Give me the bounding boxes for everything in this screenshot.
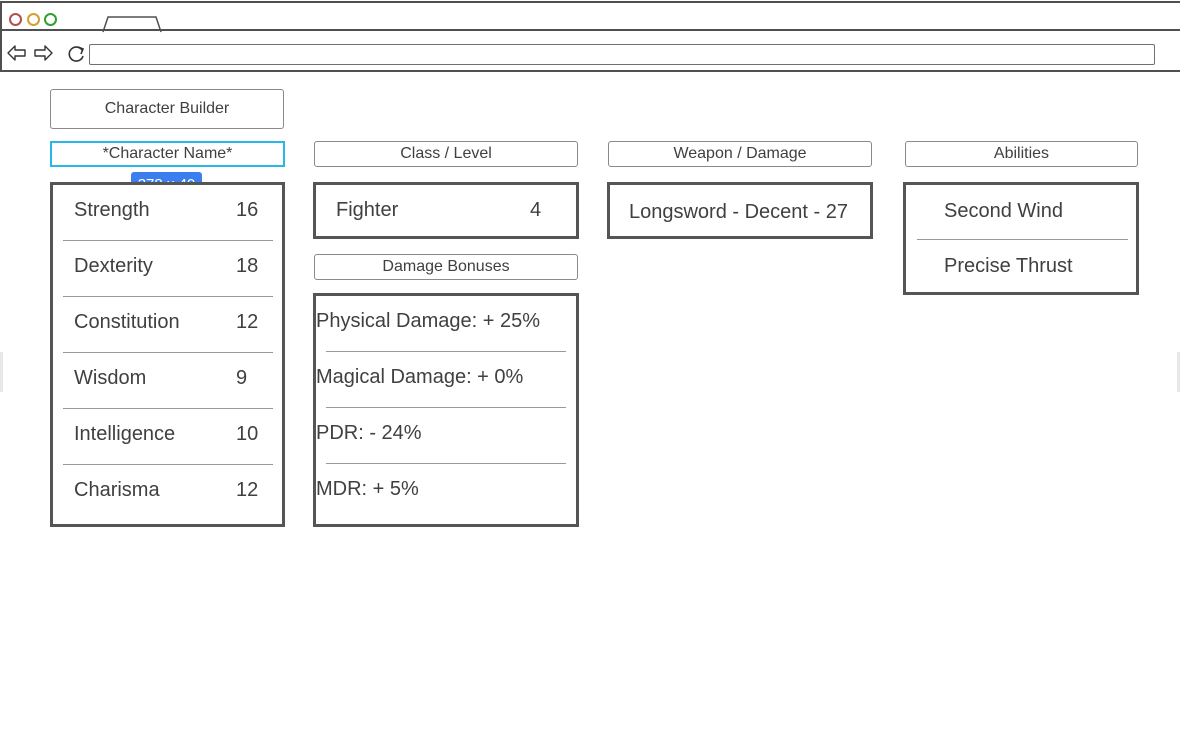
left-edge-handle (0, 352, 3, 392)
stat-row-charisma: Charisma 12 (63, 465, 273, 521)
damage-bonuses-button[interactable]: Damage Bonuses (314, 254, 578, 280)
stat-row-constitution: Constitution 12 (63, 297, 273, 353)
stat-value: 10 (236, 423, 259, 445)
close-window-dot[interactable] (9, 13, 22, 26)
stat-row-dexterity: Dexterity 18 (63, 241, 273, 297)
stat-row-intelligence: Intelligence 10 (63, 409, 273, 465)
forward-arrow-icon[interactable] (33, 44, 53, 62)
stat-value: 18 (236, 255, 259, 277)
ability-label: Second Wind (944, 200, 1063, 222)
stat-value: 12 (236, 479, 259, 501)
stat-label: Dexterity (74, 255, 153, 277)
abilities-button[interactable]: Abilities (905, 141, 1138, 167)
stat-label: Intelligence (74, 423, 176, 445)
stat-row-strength: Strength 16 (63, 185, 273, 241)
weapon-damage-button[interactable]: Weapon / Damage (608, 141, 872, 167)
stat-label: Constitution (74, 311, 180, 333)
browser-title-bar (0, 1, 1180, 33)
stat-value: 16 (236, 199, 259, 221)
stat-row-wisdom: Wisdom 9 (63, 353, 273, 409)
class-name: Fighter (336, 199, 399, 221)
damage-bonus-text: Physical Damage: + 25% (316, 310, 541, 332)
damage-bonus-text: PDR: - 24% (316, 422, 422, 444)
weapon-panel: Longsword - Decent - 27 (607, 182, 873, 239)
reload-icon[interactable] (67, 44, 87, 64)
damage-bonus-text: Magical Damage: + 0% (316, 366, 524, 388)
minimize-window-dot[interactable] (27, 13, 40, 26)
damage-row-mdr: MDR: + 5% (316, 464, 576, 520)
stat-label: Wisdom (74, 367, 147, 389)
damage-row-pdr: PDR: - 24% (316, 408, 576, 464)
browser-nav-bar (0, 29, 1180, 72)
character-name-button[interactable]: *Character Name* (50, 141, 285, 167)
damage-bonus-text: MDR: + 5% (316, 478, 419, 500)
damage-row-magical: Magical Damage: + 0% (316, 352, 576, 408)
class-level: 4 (530, 199, 542, 221)
stats-panel: Strength 16 Dexterity 18 Constitution 12… (50, 182, 285, 527)
weapon-text: Longsword - Decent - 27 (629, 201, 849, 223)
class-level-panel: Fighter 4 (313, 182, 579, 239)
ability-row-precise-thrust: Precise Thrust (917, 240, 1128, 295)
url-input[interactable] (89, 44, 1155, 65)
character-builder-button[interactable]: Character Builder (50, 89, 284, 129)
stat-label: Strength (74, 199, 150, 221)
ability-label: Precise Thrust (944, 255, 1073, 277)
stat-value: 9 (236, 367, 248, 389)
abilities-panel: Second Wind Precise Thrust (903, 182, 1139, 295)
stat-label: Charisma (74, 479, 160, 501)
back-arrow-icon[interactable] (7, 44, 27, 62)
maximize-window-dot[interactable] (44, 13, 57, 26)
class-level-button[interactable]: Class / Level (314, 141, 578, 167)
damage-row-physical: Physical Damage: + 25% (316, 296, 576, 352)
ability-row-second-wind: Second Wind (917, 185, 1128, 240)
damage-bonuses-panel: Physical Damage: + 25% Magical Damage: +… (313, 293, 579, 527)
stat-value: 12 (236, 311, 259, 333)
